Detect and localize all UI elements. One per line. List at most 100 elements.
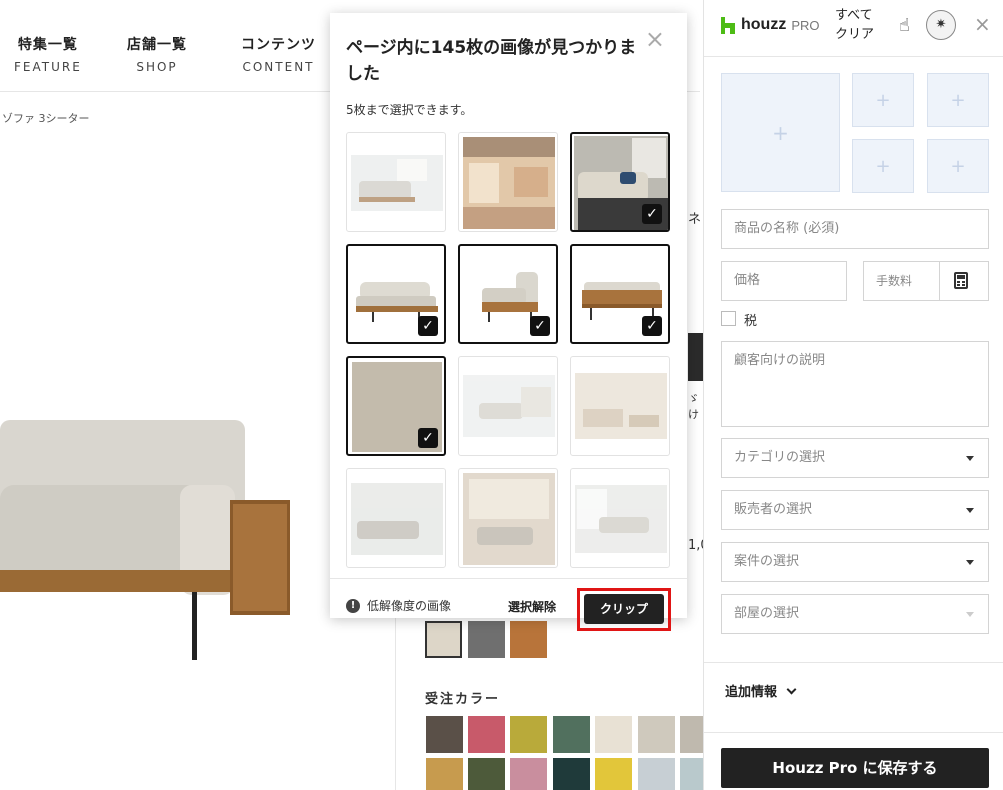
nav-item-feature[interactable]: 特集一覧 FEATURE — [14, 34, 82, 74]
nav-item-content[interactable]: コンテンツ CONTENT — [241, 34, 316, 74]
color-swatch[interactable] — [510, 716, 547, 753]
low-resolution-note: ! 低解像度の画像 — [346, 597, 451, 614]
color-swatch[interactable] — [595, 758, 632, 790]
deselect-button[interactable]: 選択解除 — [508, 598, 556, 615]
select-value: 販売者の選択 — [734, 502, 813, 517]
dialog-footer: ! 低解像度の画像 選択解除 クリップ — [330, 578, 687, 631]
clear-all-button[interactable]: すべてクリア — [835, 6, 883, 44]
color-swatch[interactable] — [595, 716, 632, 753]
color-swatch[interactable] — [680, 716, 703, 753]
chevron-down-icon — [966, 612, 974, 617]
project-select[interactable]: 案件の選択 — [721, 542, 989, 582]
image-slot[interactable]: + — [927, 139, 989, 193]
image-slot[interactable]: + — [927, 73, 989, 127]
color-swatch[interactable] — [426, 758, 463, 790]
nav-item-label: 店舗一覧 — [127, 37, 187, 53]
check-icon: ✓ — [418, 428, 438, 448]
image-picker-dialog: ページ内に145枚の画像が見つかりました × 5枚まで選択できます。 ✓ ✓ ✓… — [330, 13, 687, 631]
partial-text: ネ — [688, 212, 702, 227]
nav-item-label: 特集一覧 — [17, 37, 78, 53]
color-swatch[interactable] — [553, 716, 590, 753]
close-icon[interactable]: × — [974, 12, 991, 36]
product-name-input[interactable]: 商品の名称 (必須) — [721, 209, 989, 249]
chevron-down-icon — [966, 560, 974, 565]
color-swatch[interactable] — [468, 716, 505, 753]
color-swatch[interactable] — [468, 758, 505, 790]
color-swatch[interactable] — [553, 758, 590, 790]
placeholder: 顧客向けの説明 — [734, 353, 826, 368]
price-input[interactable]: 価格 — [721, 261, 847, 301]
additional-info-toggle[interactable]: 追加情報 — [725, 681, 796, 700]
image-thumbnail[interactable] — [570, 468, 670, 568]
divider — [704, 662, 1003, 663]
check-icon: ✓ — [642, 204, 662, 224]
check-icon: ✓ — [642, 316, 662, 336]
color-swatch[interactable] — [680, 758, 703, 790]
image-thumbnail[interactable] — [346, 468, 446, 568]
fabric-swatch[interactable] — [425, 621, 462, 658]
placeholder: 価格 — [734, 273, 761, 288]
chevron-down-icon — [966, 456, 974, 461]
info-icon: ! — [346, 598, 360, 613]
color-swatch[interactable] — [426, 716, 463, 753]
tax-checkbox[interactable] — [721, 311, 736, 326]
image-slot[interactable]: + — [852, 73, 914, 127]
houzz-logo-icon — [721, 16, 735, 34]
settings-icon[interactable]: ✷ — [926, 10, 956, 40]
fee-input[interactable]: 手数料 — [863, 261, 989, 301]
check-icon: ✓ — [418, 316, 438, 336]
image-slot-main[interactable]: + — [721, 73, 840, 192]
logo-pro: PRO — [791, 17, 820, 33]
room-select[interactable]: 部屋の選択 — [721, 594, 989, 634]
nav-item-sublabel: FEATURE — [14, 60, 82, 74]
panel-header: houzz PRO すべてクリア ☝ ✷ × — [704, 0, 1003, 57]
breadcrumb: ゾファ 3シーター — [2, 112, 90, 125]
additional-info-label: 追加情報 — [725, 685, 778, 700]
fabric-swatch[interactable] — [468, 621, 505, 658]
image-thumbnail-selected[interactable]: ✓ — [346, 244, 446, 344]
houzz-logo: houzz PRO — [721, 16, 820, 34]
product-image — [0, 380, 300, 670]
nav-item-shop[interactable]: 店舗一覧 SHOP — [127, 34, 187, 74]
houzz-pro-panel: houzz PRO すべてクリア ☝ ✷ × + + + + + 商品の名称 (… — [703, 0, 1003, 790]
customer-description-textarea[interactable]: 顧客向けの説明 — [721, 341, 989, 427]
logo-word: houzz — [741, 16, 787, 33]
image-thumbnail[interactable] — [346, 132, 446, 232]
background-page-fragment: ネ ゞけ 1,0 — [688, 0, 709, 790]
image-thumbnail[interactable] — [570, 356, 670, 456]
color-swatch[interactable] — [638, 716, 675, 753]
partial-text: ゞけ — [688, 392, 699, 421]
select-value: 案件の選択 — [734, 554, 800, 569]
order-color-heading: 受注カラー — [425, 692, 501, 707]
image-thumbnail-selected[interactable]: ✓ — [346, 356, 446, 456]
image-thumbnail[interactable] — [458, 132, 558, 232]
nav-item-sublabel: SHOP — [136, 60, 178, 74]
chevron-down-icon — [786, 684, 796, 695]
image-thumbnail-selected[interactable]: ✓ — [458, 244, 558, 344]
color-swatch[interactable] — [510, 758, 547, 790]
check-icon: ✓ — [530, 316, 550, 336]
chevron-down-icon — [966, 508, 974, 513]
image-thumbnail-selected[interactable]: ✓ — [570, 132, 670, 232]
nav-item-sublabel: CONTENT — [242, 60, 315, 74]
vendor-select[interactable]: 販売者の選択 — [721, 490, 989, 530]
placeholder: 商品の名称 (必須) — [734, 221, 840, 236]
calculator-icon[interactable] — [954, 272, 968, 289]
pointer-hand-icon[interactable]: ☝ — [899, 15, 910, 36]
image-thumbnail[interactable] — [458, 468, 558, 568]
divider — [704, 732, 1003, 733]
save-to-houzz-button[interactable]: Houzz Pro に保存する — [721, 748, 989, 788]
color-swatch[interactable] — [638, 758, 675, 790]
dialog-title: ページ内に145枚の画像が見つかりました — [346, 38, 637, 84]
fabric-swatch[interactable] — [510, 621, 547, 658]
category-select[interactable]: カテゴリの選択 — [721, 438, 989, 478]
clip-button[interactable]: クリップ — [584, 594, 664, 624]
image-thumbnail[interactable] — [458, 356, 558, 456]
select-value: 部屋の選択 — [734, 606, 800, 621]
image-thumbnail-selected[interactable]: ✓ — [570, 244, 670, 344]
image-slot[interactable]: + — [852, 139, 914, 193]
close-icon[interactable]: × — [645, 27, 665, 51]
nav-item-label: コンテンツ — [241, 37, 316, 53]
select-value: カテゴリの選択 — [734, 450, 826, 465]
placeholder: 手数料 — [876, 274, 913, 288]
